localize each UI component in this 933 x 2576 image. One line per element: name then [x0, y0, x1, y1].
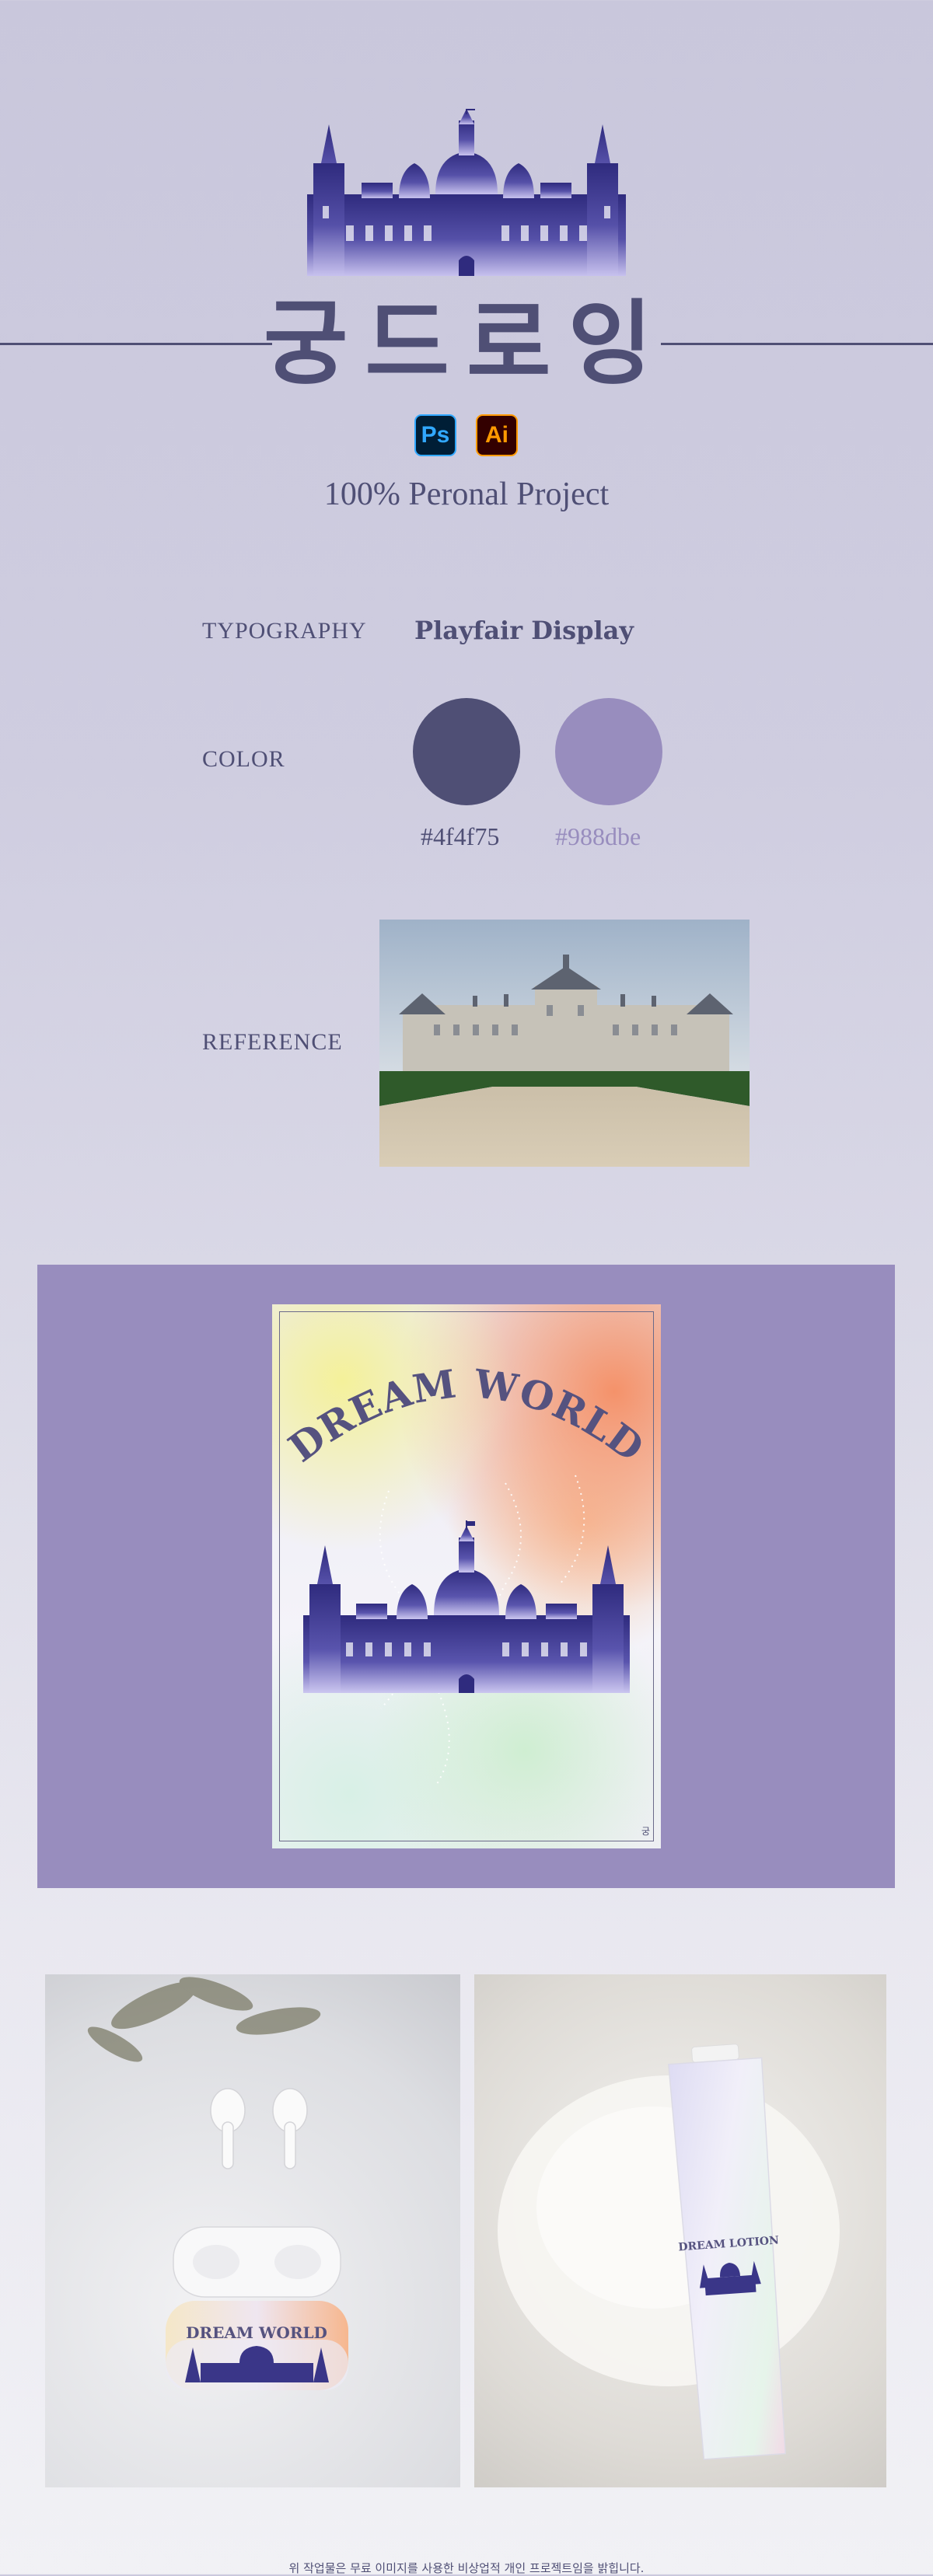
airpods-mockup: DREAM WORLD [45, 1974, 460, 2487]
lotion-mockup: DREAM LOTION [474, 1974, 886, 2487]
poster-artwork: DREAM WORLD [280, 1360, 653, 1787]
color-label: COLOR [202, 746, 285, 772]
reference-photo [379, 920, 750, 1167]
color-hex-secondary: #988dbe [555, 822, 641, 850]
poster-title: DREAM WORLD [280, 1360, 653, 1471]
typography-label: TYPOGRAPHY [202, 618, 367, 644]
color-swatch-primary [413, 698, 520, 805]
project-title: 궁드로잉 [263, 290, 670, 397]
project-subtitle: 100% Peronal Project [323, 476, 610, 512]
color-hex-primary: #4f4f75 [421, 822, 500, 850]
footer-disclaimer: 위 작업물은 무료 이미지를 사용한 비상업적 개인 프로젝트임을 밝힙니다. [288, 2561, 645, 2575]
airpods-print-text: DREAM WORLD [186, 2323, 327, 2342]
dream-world-poster: DREAM WORLD 궁 [272, 1304, 661, 1848]
poster-mark: 궁 [641, 1826, 650, 1837]
reference-label: REFERENCE [202, 1029, 343, 1055]
photoshop-icon: Ps [414, 414, 456, 456]
illustrator-icon: Ai [476, 414, 518, 456]
color-swatch-secondary [555, 698, 662, 805]
castle-logo [307, 109, 626, 276]
typography-font-name: Playfair Display [414, 616, 634, 645]
